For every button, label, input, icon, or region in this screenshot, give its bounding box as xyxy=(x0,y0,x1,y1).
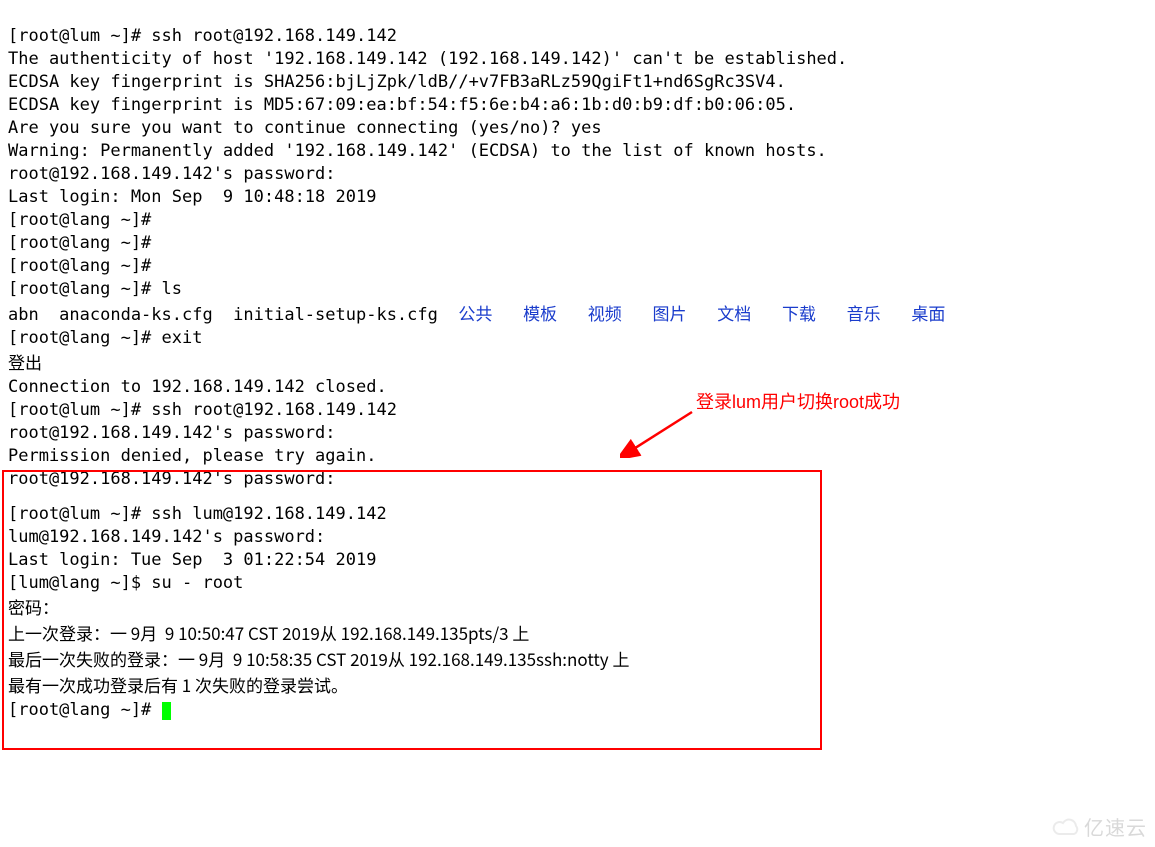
dir: 公共 xyxy=(458,300,492,325)
watermark-text: 亿速云 xyxy=(1084,812,1147,841)
dir: 下载 xyxy=(782,300,816,325)
watermark: 亿速云 xyxy=(1052,812,1147,841)
dir: 模板 xyxy=(523,300,557,325)
dir: 视频 xyxy=(588,300,622,325)
line: root@192.168.149.142's password: xyxy=(8,164,336,184)
line: [root@lum ~]# ssh lum@192.168.149.142 xyxy=(8,504,387,524)
line: Permission denied, please try again. xyxy=(8,446,376,466)
prompt-line: [root@lang ~]# xyxy=(8,700,171,720)
cursor-icon xyxy=(162,702,171,720)
line: Warning: Permanently added '192.168.149.… xyxy=(8,141,827,161)
line: [root@lum ~]# ssh root@192.168.149.142 xyxy=(8,400,397,420)
dir: 文档 xyxy=(717,300,751,325)
line: [root@lang ~]# exit xyxy=(8,328,202,348)
line: [root@lum ~]# ssh root@192.168.149.142 xyxy=(8,26,397,46)
line: Are you sure you want to continue connec… xyxy=(8,118,602,138)
line: 最后一次失败的登录：一 9月 9 10:58:35 CST 2019从 192.… xyxy=(8,646,629,671)
cloud-icon xyxy=(1052,816,1080,838)
line: [root@lang ~]# xyxy=(8,210,151,230)
annotation-text: 登录lum用户切换root成功 xyxy=(696,388,900,414)
line: 最有一次成功登录后有 1 次失败的登录尝试。 xyxy=(8,672,348,697)
prompt: [root@lang ~]# xyxy=(8,700,162,720)
line: ECDSA key fingerprint is MD5:67:09:ea:bf… xyxy=(8,95,796,115)
line: [root@lang ~]# ls xyxy=(8,279,182,299)
line: lum@192.168.149.142's password: xyxy=(8,527,325,547)
dir: 桌面 xyxy=(911,300,945,325)
line: Last login: Mon Sep 9 10:48:18 2019 xyxy=(8,187,376,207)
line: [lum@lang ~]$ su - root xyxy=(8,573,243,593)
line: [root@lang ~]# xyxy=(8,256,151,276)
ls-files: abn anaconda-ks.cfg initial-setup-ks.cfg xyxy=(8,305,458,325)
line: root@192.168.149.142's password: xyxy=(8,423,336,443)
dir: 图片 xyxy=(653,300,687,325)
line: [root@lang ~]# xyxy=(8,233,151,253)
line: The authenticity of host '192.168.149.14… xyxy=(8,49,847,69)
line: Last login: Tue Sep 3 01:22:54 2019 xyxy=(8,550,376,570)
line: Connection to 192.168.149.142 closed. xyxy=(8,377,387,397)
line: 登出 xyxy=(8,349,42,374)
ls-line: abn anaconda-ks.cfg initial-setup-ks.cfg… xyxy=(8,305,945,325)
terminal-output-top: [root@lum ~]# ssh root@192.168.149.142 T… xyxy=(0,0,1155,491)
terminal-output-boxed: [root@lum ~]# ssh lum@192.168.149.142 lu… xyxy=(8,480,629,722)
line: 上一次登录：一 9月 9 10:50:47 CST 2019从 192.168.… xyxy=(8,620,529,645)
line: 密码： xyxy=(8,594,59,619)
line: ECDSA key fingerprint is SHA256:bjLjZpk/… xyxy=(8,72,786,92)
dir: 音乐 xyxy=(847,300,881,325)
